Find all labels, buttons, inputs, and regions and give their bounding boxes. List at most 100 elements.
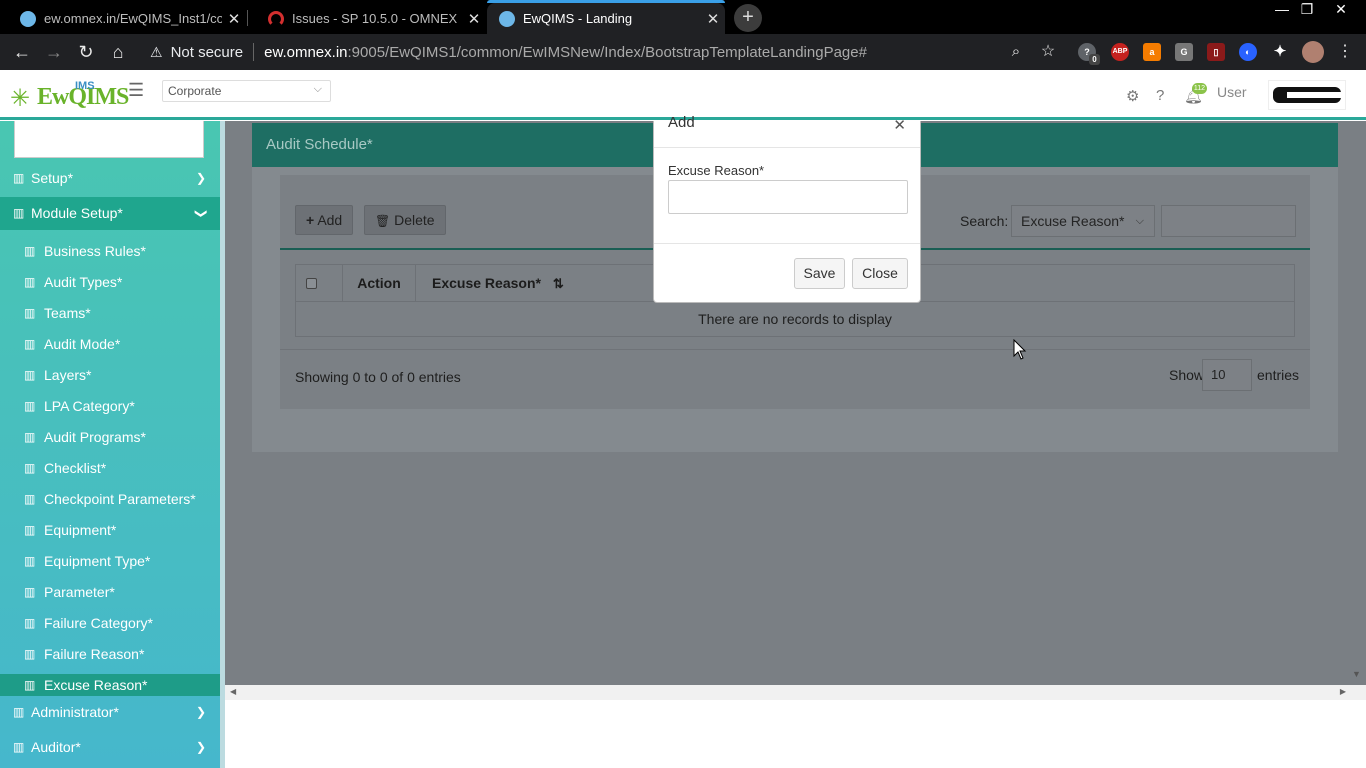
divider bbox=[654, 243, 920, 244]
sidebar-item-audit-types[interactable]: ▥ Audit Types* bbox=[0, 271, 220, 293]
organization-select[interactable]: Corporate ⌵ bbox=[162, 80, 331, 102]
new-tab-button[interactable]: + bbox=[734, 4, 762, 32]
building-icon: ▥ bbox=[24, 430, 36, 444]
omnibox-separator bbox=[253, 43, 255, 61]
home-icon[interactable]: ⌂ bbox=[106, 40, 130, 64]
mouse-cursor-icon bbox=[1013, 339, 1027, 360]
sort-icon[interactable]: ⇅ bbox=[553, 276, 564, 291]
browser-tab-2[interactable]: Issues - SP 10.5.0 - OMNEX ISSUE ✕ bbox=[248, 3, 486, 34]
extensions-puzzle-icon[interactable]: ✦ bbox=[1271, 43, 1289, 61]
app-logo[interactable]: ✳ EwQIMS IMS bbox=[10, 76, 129, 112]
delete-button[interactable]: 🗑︎ Delete bbox=[364, 205, 446, 235]
sidebar-search-box[interactable] bbox=[14, 121, 204, 158]
browser-menu-icon[interactable]: ⋮ bbox=[1333, 40, 1357, 64]
horizontal-scrollbar[interactable]: ◀ ▶ bbox=[225, 685, 1366, 700]
reload-icon[interactable]: ↻ bbox=[74, 40, 98, 64]
sidebar-section-administrator[interactable]: ▥ Administrator* ❯ bbox=[0, 696, 220, 729]
sidebar-section-setup[interactable]: ▥ Setup* ❯ bbox=[0, 162, 220, 195]
sidebar-item-equipment-type[interactable]: ▥ Equipment Type* bbox=[0, 550, 220, 572]
page-size-select[interactable]: 10 bbox=[1202, 359, 1252, 391]
select-all-checkbox[interactable] bbox=[306, 278, 317, 289]
sidebar-item-failure-reason[interactable]: ▥ Failure Reason* bbox=[0, 643, 220, 665]
app-header: ✳ EwQIMS IMS ☰ Corporate ⌵ ⚙ ? 🔔︎ 112 Us… bbox=[0, 70, 1366, 120]
browser-tab-3[interactable]: EwQIMS - Landing ✕ bbox=[487, 0, 725, 34]
company-logo bbox=[1268, 80, 1346, 110]
zoom-icon[interactable]: ⌕ bbox=[1004, 40, 1028, 64]
forward-icon[interactable]: → bbox=[42, 40, 66, 64]
extension-badge: 0 bbox=[1089, 54, 1100, 65]
entries-label: entries bbox=[1257, 367, 1300, 383]
close-window-icon[interactable]: ✕ bbox=[1325, 0, 1357, 20]
browser-tab-bar: ew.omnex.in/EwQIMS_Inst1/com ✕ Issues - … bbox=[0, 0, 1366, 34]
building-icon: ▥ bbox=[24, 244, 36, 258]
delete-button-label: Delete bbox=[394, 212, 435, 228]
sidebar: ▥ Setup* ❯ ▥ Module Setup* ❯ ▥ Business R… bbox=[0, 121, 225, 768]
sidebar-item-parameter[interactable]: ▥ Parameter* bbox=[0, 581, 220, 603]
bookmark-star-icon[interactable]: ☆ bbox=[1036, 40, 1060, 64]
close-tab-icon[interactable]: ✕ bbox=[222, 10, 246, 28]
sidebar-item-audit-programs[interactable]: ▥ Audit Programs* bbox=[0, 426, 220, 448]
company-logo-icon bbox=[1273, 87, 1341, 103]
shopping-extension-icon[interactable]: a bbox=[1143, 43, 1161, 61]
hamburger-menu-icon[interactable]: ☰ bbox=[128, 80, 144, 101]
pdf-extension-icon[interactable]: ▯ bbox=[1207, 43, 1225, 61]
divider bbox=[654, 147, 920, 148]
sidebar-item-failure-category[interactable]: ▥ Failure Category* bbox=[0, 612, 220, 634]
sidebar-item-excuse-reason[interactable]: ▥ Excuse Reason* bbox=[0, 674, 220, 696]
search-input[interactable] bbox=[1161, 205, 1296, 237]
modal-title: Add bbox=[668, 114, 695, 131]
search-field-value: Excuse Reason* bbox=[1021, 213, 1125, 229]
sidebar-section-module-setup[interactable]: ▥ Module Setup* ❯ bbox=[0, 197, 220, 230]
sidebar-item-label: Equipment* bbox=[44, 522, 117, 538]
help-icon[interactable]: ? bbox=[1156, 87, 1164, 104]
close-tab-icon[interactable]: ✕ bbox=[701, 10, 725, 28]
adblock-icon[interactable]: ABP bbox=[1111, 43, 1129, 61]
sidebar-item-lpa-category[interactable]: ▥ LPA Category* bbox=[0, 395, 220, 417]
gear-icon[interactable]: ⚙ bbox=[1126, 87, 1139, 105]
g-extension-icon[interactable]: G bbox=[1175, 43, 1193, 61]
restore-window-icon[interactable]: ❐ bbox=[1291, 0, 1323, 20]
user-avatar[interactable]: User bbox=[1217, 84, 1247, 100]
organization-select-value: Corporate bbox=[168, 84, 222, 98]
sidebar-item-label: Checkpoint Parameters* bbox=[44, 491, 196, 507]
sidebar-section-label: Setup* bbox=[31, 170, 74, 186]
show-label: Show bbox=[1169, 367, 1205, 383]
sidebar-item-checklist[interactable]: ▥ Checklist* bbox=[0, 457, 220, 479]
add-button[interactable]: + Add bbox=[295, 205, 354, 235]
sidebar-item-label: Checklist* bbox=[44, 460, 107, 476]
sidebar-section-auditor[interactable]: ▥ Auditor* ❯ bbox=[0, 731, 220, 764]
add-button-label: Add bbox=[317, 212, 343, 228]
chevron-right-icon: ❯ bbox=[195, 171, 206, 185]
url-host: ew.omnex.in bbox=[264, 43, 348, 61]
scroll-down-icon[interactable]: ▼ bbox=[1352, 669, 1361, 679]
page-footer-area bbox=[225, 700, 1366, 768]
building-icon: ▥ bbox=[24, 585, 36, 599]
sidebar-item-checkpoint-parameters[interactable]: ▥ Checkpoint Parameters* bbox=[0, 488, 220, 510]
browser-tab-1[interactable]: ew.omnex.in/EwQIMS_Inst1/com ✕ bbox=[0, 3, 246, 34]
sidebar-item-equipment[interactable]: ▥ Equipment* bbox=[0, 519, 220, 541]
sidebar-item-teams[interactable]: ▥ Teams* bbox=[0, 302, 220, 324]
site-favicon-icon bbox=[20, 10, 36, 27]
excuse-reason-input[interactable] bbox=[668, 180, 908, 214]
modal-close-icon[interactable]: ✕ bbox=[893, 116, 906, 134]
building-icon: ▥ bbox=[13, 206, 25, 220]
building-icon: ▥ bbox=[24, 678, 36, 692]
close-tab-icon[interactable]: ✕ bbox=[462, 10, 486, 28]
scroll-left-icon[interactable]: ◀ bbox=[230, 687, 236, 696]
logo-ims-text: IMS bbox=[75, 80, 95, 92]
sidebar-item-label: Parameter* bbox=[44, 584, 115, 600]
profile-avatar[interactable] bbox=[1302, 41, 1324, 63]
save-button[interactable]: Save bbox=[794, 258, 845, 289]
url-path: :9005/EwQIMS1/common/EwIMSNew/Index/Boot… bbox=[347, 43, 867, 61]
sidebar-item-layers[interactable]: ▥ Layers* bbox=[0, 364, 220, 386]
address-bar[interactable]: ⚠ Not secure ew.omnex.in:9005/EwQIMS1/co… bbox=[138, 38, 1068, 66]
sidebar-item-audit-mode[interactable]: ▥ Audit Mode* bbox=[0, 333, 220, 355]
sidebar-item-label: Failure Reason* bbox=[44, 646, 145, 662]
sidebar-item-business-rules[interactable]: ▥ Business Rules* bbox=[0, 240, 220, 262]
search-field-select[interactable]: Excuse Reason* ⌵ bbox=[1011, 205, 1155, 237]
column-header-excuse-reason[interactable]: Excuse Reason* ⇅ bbox=[432, 265, 564, 302]
close-button[interactable]: Close bbox=[852, 258, 908, 289]
back-icon[interactable]: ← bbox=[10, 40, 34, 64]
vpn-extension-icon[interactable]: ◐ bbox=[1239, 43, 1257, 61]
scroll-right-icon[interactable]: ▶ bbox=[1340, 687, 1346, 696]
